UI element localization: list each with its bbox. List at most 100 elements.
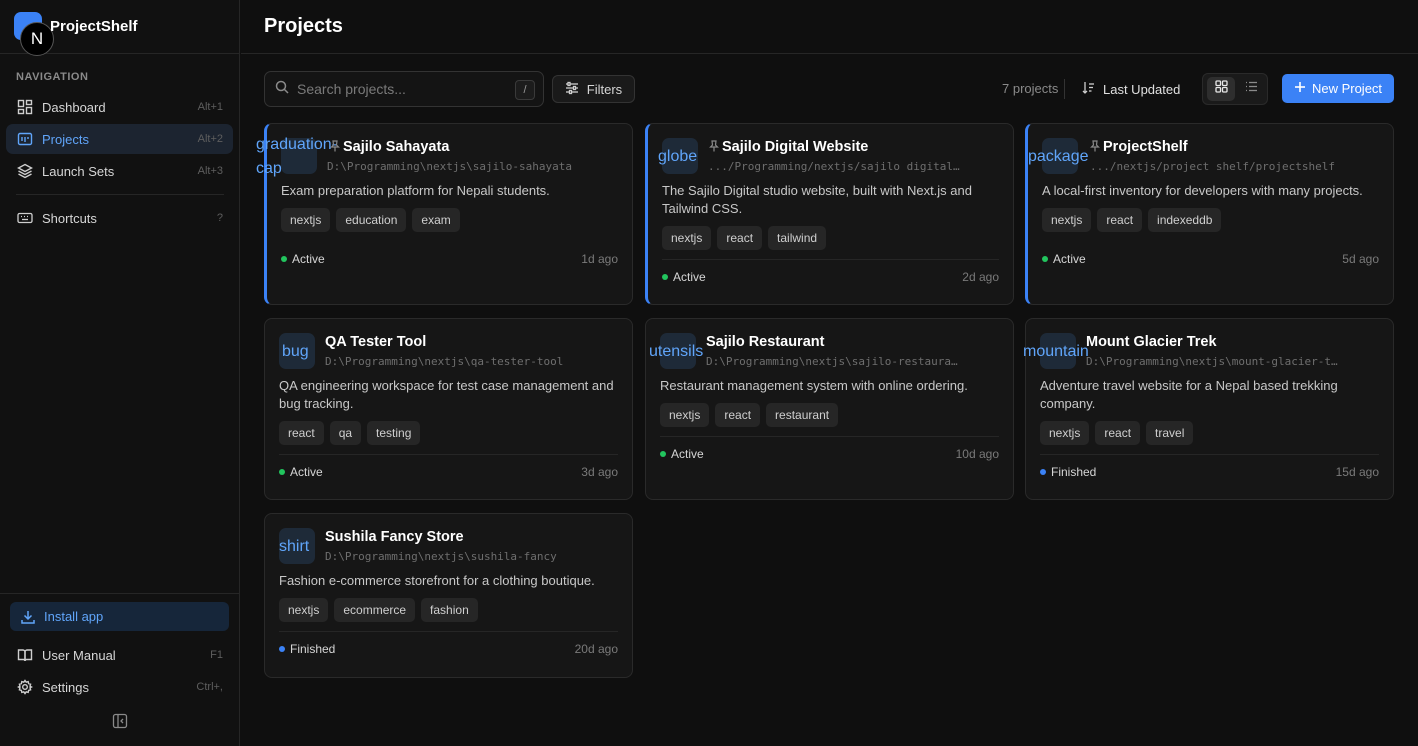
tag[interactable]: react — [717, 226, 763, 250]
tag[interactable]: indexeddb — [1148, 208, 1222, 232]
project-card[interactable]: mountain Mount Glacier Trek D:\Programmi… — [1023, 318, 1394, 500]
project-card[interactable]: utensils Sajilo Restaurant D:\Programmin… — [645, 318, 1014, 500]
project-card[interactable]: bug QA Tester Tool D:\Programming\nextjs… — [264, 318, 633, 500]
new-project-button[interactable]: New Project — [1282, 74, 1394, 103]
tag[interactable]: nextjs — [662, 226, 712, 250]
project-title[interactable]: Sajilo Restaurant — [706, 334, 824, 350]
card-footer: Active 5d ago — [1042, 242, 1379, 282]
card-footer: Active 2d ago — [662, 259, 999, 299]
project-description: QA engineering workspace for test case m… — [279, 378, 614, 411]
project-card[interactable]: globe Sajilo Digital Website .../Program… — [645, 123, 1014, 305]
plus-icon — [1294, 81, 1306, 96]
avatar[interactable]: N — [20, 22, 54, 56]
project-title[interactable]: Sajilo Digital Website — [722, 139, 868, 155]
sort-icon — [1082, 81, 1095, 97]
pin-icon — [1090, 140, 1100, 152]
tag[interactable]: nextjs — [1040, 421, 1090, 445]
tag[interactable]: react — [1097, 208, 1143, 232]
project-count: 7 projects — [1002, 81, 1059, 96]
project-title[interactable]: Sushila Fancy Store — [325, 529, 464, 545]
list-view-button[interactable] — [1237, 77, 1265, 101]
tag[interactable]: react — [1095, 421, 1141, 445]
tag[interactable]: nextjs — [1042, 208, 1092, 232]
sidebar-item-projects[interactable]: Projects Alt+2 — [6, 124, 233, 154]
shortcut-hint: Ctrl+, — [196, 681, 223, 693]
book-icon — [16, 646, 34, 664]
status-label: Finished — [1051, 465, 1097, 479]
status-badge: Active — [1042, 252, 1086, 266]
status-label: Active — [1053, 252, 1086, 266]
updated-time: 15d ago — [1335, 465, 1379, 479]
tag-list: nextjs react indexeddb — [1042, 208, 1222, 232]
project-description: The Sajilo Digital studio website, built… — [662, 183, 972, 216]
filters-button[interactable]: Filters — [552, 75, 635, 103]
sidebar-item-label: Dashboard — [42, 99, 106, 115]
project-description: Fashion e-commerce storefront for a clot… — [279, 573, 595, 588]
project-path: D:\Programming\nextjs\sajilo-restaura… — [706, 355, 958, 368]
status-dot — [662, 274, 668, 280]
tag[interactable]: nextjs — [279, 598, 329, 622]
install-app-label: Install app — [44, 609, 104, 624]
sort-dropdown[interactable]: Last Updated — [1082, 81, 1180, 97]
sidebar-item-launch-sets[interactable]: Launch Sets Alt+3 — [6, 156, 233, 186]
brand-header: N ProjectShelf — [0, 0, 239, 56]
tag[interactable]: react — [279, 421, 324, 445]
tag-list: nextjs react restaurant — [660, 403, 839, 427]
collapse-sidebar-icon[interactable] — [112, 713, 128, 729]
updated-time: 3d ago — [581, 465, 618, 479]
project-card[interactable]: shirt Sushila Fancy Store D:\Programming… — [264, 513, 633, 678]
mountain-icon: mountain — [1023, 343, 1089, 360]
sidebar-item-user-manual[interactable]: User Manual F1 — [6, 640, 233, 670]
tag[interactable]: testing — [367, 421, 421, 445]
tag[interactable]: nextjs — [660, 403, 710, 427]
new-project-label: New Project — [1311, 81, 1383, 96]
project-title[interactable]: Sajilo Sahayata — [343, 139, 449, 155]
tag[interactable]: tailwind — [768, 226, 827, 250]
tag[interactable]: restaurant — [766, 403, 839, 427]
page-title: Projects — [264, 15, 343, 37]
sort-label: Last Updated — [1103, 81, 1181, 97]
project-description: Restaurant management system with online… — [660, 378, 968, 393]
tag[interactable]: react — [715, 403, 761, 427]
sliders-icon — [565, 81, 579, 98]
nav-heading: NAVIGATION — [16, 71, 89, 83]
project-title[interactable]: Mount Glacier Trek — [1086, 334, 1217, 350]
tag[interactable]: qa — [329, 421, 362, 445]
install-app-button[interactable]: Install app — [10, 602, 229, 631]
sidebar-item-dashboard[interactable]: Dashboard Alt+1 — [6, 92, 233, 122]
status-badge: Finished — [1040, 465, 1096, 479]
status-label: Finished — [290, 642, 336, 656]
sidebar-item-settings[interactable]: Settings Ctrl+, — [6, 672, 233, 702]
globe-icon: globe — [658, 148, 698, 165]
sidebar-item-shortcuts[interactable]: Shortcuts ? — [6, 203, 233, 233]
project-card[interactable]: graduation-cap Sajilo Sahayata D:\Progra… — [256, 123, 633, 305]
card-footer: Finished 20d ago — [279, 631, 618, 671]
status-label: Active — [673, 270, 706, 284]
tag[interactable]: ecommerce — [334, 598, 416, 622]
project-card[interactable]: package ProjectShelf .../nextjs/project … — [1025, 123, 1394, 305]
search-input[interactable] — [297, 81, 507, 97]
projects-icon — [16, 130, 34, 148]
sidebar-item-label: Launch Sets — [42, 163, 115, 179]
divider — [0, 593, 239, 594]
tag[interactable]: nextjs — [281, 208, 331, 232]
grid-view-button[interactable] — [1207, 77, 1235, 101]
status-dot — [660, 451, 666, 457]
project-title[interactable]: ProjectShelf — [1103, 139, 1188, 155]
status-label: Active — [292, 252, 325, 266]
status-label: Active — [290, 465, 323, 479]
search-box[interactable]: / — [264, 71, 544, 107]
view-toggle — [1202, 73, 1268, 105]
tag[interactable]: education — [336, 208, 407, 232]
tag[interactable]: travel — [1146, 421, 1194, 445]
tag[interactable]: exam — [412, 208, 460, 232]
tag[interactable]: fashion — [421, 598, 478, 622]
layers-icon — [16, 162, 34, 180]
project-title[interactable]: QA Tester Tool — [325, 334, 426, 350]
status-badge: Active — [281, 252, 325, 266]
card-footer: Finished 15d ago — [1040, 454, 1379, 494]
list-icon — [1245, 80, 1258, 98]
tag-list: nextjs education exam — [281, 208, 460, 232]
card-footer: Active 1d ago — [281, 242, 618, 282]
app-name[interactable]: ProjectShelf — [50, 18, 138, 35]
